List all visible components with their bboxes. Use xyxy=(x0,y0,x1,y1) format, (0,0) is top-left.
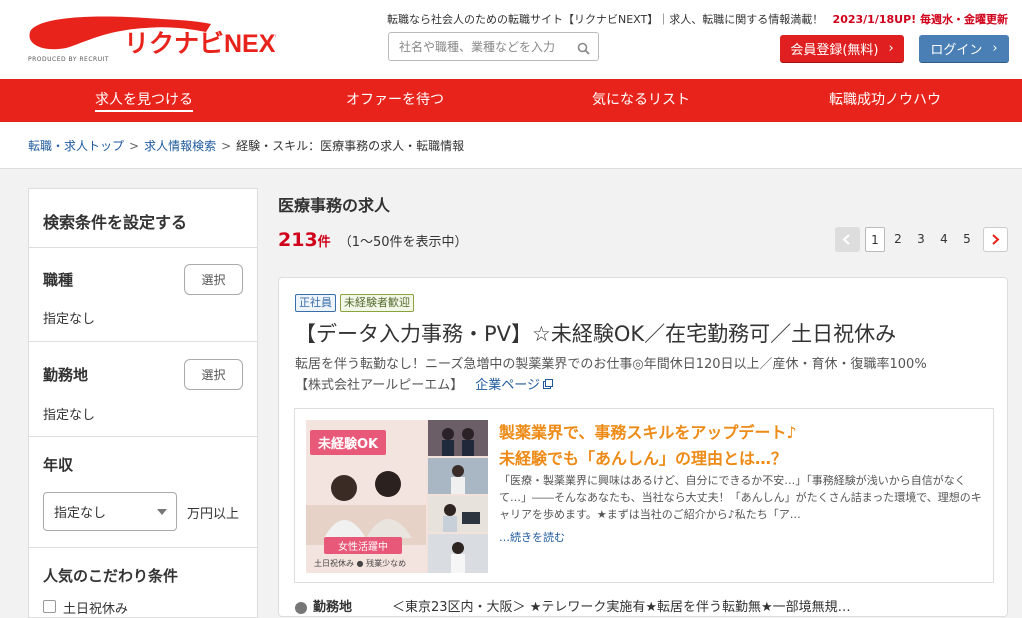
result-range: （1〜50件を表示中） xyxy=(338,235,468,250)
company-name: 【株式会社アールピーエム】 xyxy=(295,378,464,393)
job-subtitle: 転居を伴う転勤なし！ニーズ急増中の製薬業界でのお仕事◎年間休日120日以上／産休… xyxy=(295,357,927,372)
job-type-section: 職種 選択 指定なし xyxy=(29,247,257,341)
login-label: ログイン xyxy=(930,43,983,58)
search-input[interactable] xyxy=(389,33,569,60)
logo-swoosh-icon: リクナビNEXT xyxy=(29,16,276,56)
page-2[interactable]: 2 xyxy=(888,227,908,252)
employment-type-tag: 正社員 xyxy=(295,294,336,312)
job-title-link[interactable]: 【データ入力事務・PV】☆未経験OK／在宅勤務可／土日祝休み xyxy=(295,318,896,348)
staff-photo-2 xyxy=(428,458,488,494)
svg-text:リクナビNEXT: リクナビNEXT xyxy=(124,30,276,56)
register-button[interactable]: 会員登録(無料) › xyxy=(780,35,904,62)
search-box xyxy=(388,32,599,61)
staff-photo-3 xyxy=(428,496,488,532)
nav-find-jobs[interactable]: 求人を見つける xyxy=(95,79,193,122)
read-more-link[interactable]: …続きを読む xyxy=(499,529,565,545)
breadcrumb-top[interactable]: 転職・求人トップ xyxy=(28,139,124,153)
site-header: リクナビNEXT PRODUCED BY RECRUIT 転職なら社会人のための… xyxy=(0,0,1022,79)
salary-section: 年収 指定なし 万円以上 xyxy=(29,436,257,546)
site-logo[interactable]: リクナビNEXT PRODUCED BY RECRUIT xyxy=(26,12,276,68)
location-value: 指定なし xyxy=(43,408,96,423)
feature-description: 「医療・製薬業界に興味はあるけど、自分にできるか不安…」「事務経験が浅いから自信… xyxy=(499,474,982,521)
job-type-value: 指定なし xyxy=(43,312,96,327)
logo-producer-text: PRODUCED BY RECRUIT xyxy=(28,56,110,63)
update-notice: 2023/1/18UP! 毎週水・金曜更新 xyxy=(832,13,1008,26)
weekend-off-checkbox[interactable] xyxy=(43,600,56,613)
job-feature-image: 未経験OK 女性活躍中 土日祝休み ● 残業少なめ xyxy=(306,420,488,573)
result-count-number: 213 xyxy=(278,229,318,251)
company-line: 【株式会社アールピーエム】 企業ページ xyxy=(295,374,553,393)
salary-dropdown[interactable]: 指定なし xyxy=(43,492,177,531)
page-3[interactable]: 3 xyxy=(911,227,931,252)
search-icon[interactable] xyxy=(577,40,590,59)
pagination-prev-button[interactable] xyxy=(835,227,860,252)
breadcrumb-separator: > xyxy=(221,139,232,153)
staff-photo-4 xyxy=(428,534,488,573)
nav-career-knowhow[interactable]: 転職成功ノウハウ xyxy=(829,79,941,122)
popular-conditions-label: 人気のこだわり条件 xyxy=(43,567,179,585)
register-label: 会員登録(無料) xyxy=(790,43,879,58)
breadcrumb-bar: 転職・求人トップ > 求人情報検索 > 経験・スキル：医療事務の求人・転職情報 xyxy=(0,122,1022,169)
login-button[interactable]: ログイン › xyxy=(919,35,1009,62)
page-1[interactable]: 1 xyxy=(865,227,885,252)
company-page-link[interactable]: 企業ページ xyxy=(475,378,540,393)
feature-headline-2: 未経験でも「あんしん」の理由とは…？ xyxy=(499,449,788,468)
breadcrumb: 転職・求人トップ > 求人情報検索 > 経験・スキル：医療事務の求人・転職情報 xyxy=(28,137,464,154)
salary-label: 年収 xyxy=(43,456,74,474)
job-location-row: 勤務地 ＜東京23区内・大阪＞ ★テレワーク実施有★転居を伴う転勤無★一部境無規… xyxy=(295,596,851,615)
chevron-right-icon: › xyxy=(992,41,998,56)
staff-photo-1 xyxy=(428,420,488,456)
breadcrumb-search[interactable]: 求人情報検索 xyxy=(144,139,216,153)
nav-watchlist[interactable]: 気になるリスト xyxy=(592,79,690,122)
pagination-next-button[interactable] xyxy=(983,227,1008,252)
page-5[interactable]: 5 xyxy=(957,227,977,252)
beginner-ok-badge: 未経験OK xyxy=(310,430,387,455)
location-select-button[interactable]: 選択 xyxy=(184,359,243,390)
result-count: 213件 （1〜50件を表示中） xyxy=(278,229,468,251)
salary-unit: 万円以上 xyxy=(187,507,240,522)
global-nav: 求人を見つける オファーを待つ 気になるリスト 転職成功ノウハウ xyxy=(0,79,1022,122)
nav-wait-offers[interactable]: オファーを待つ xyxy=(346,79,444,122)
salary-selected: 指定なし xyxy=(54,506,107,521)
chevron-left-icon xyxy=(842,234,850,245)
panel-title: 検索条件を設定する xyxy=(43,213,188,232)
breadcrumb-separator: > xyxy=(129,139,140,153)
popular-conditions-section: 人気のこだわり条件 土日祝休み xyxy=(29,547,257,617)
breadcrumb-current: 経験・スキル：医療事務の求人・転職情報 xyxy=(236,139,465,153)
job-feature-box[interactable]: 未経験OK 女性活躍中 土日祝休み ● 残業少なめ 製薬業界で、事務スキルをアッ… xyxy=(294,408,994,583)
chevron-right-icon: › xyxy=(888,41,894,56)
site-tagline: 転職なら社会人のための転職サイト【リクナビNEXT】｜求人、転職に関する情報満載… xyxy=(387,13,824,26)
external-link-icon xyxy=(542,378,553,393)
result-count-unit: 件 xyxy=(317,235,331,250)
photo-footer-text: 土日祝休み ● 残業少なめ xyxy=(314,559,407,568)
women-active-ribbon: 女性活躍中 xyxy=(324,537,402,554)
search-conditions-panel: 検索条件を設定する 職種 選択 指定なし 勤務地 選択 指定なし 年収 指定なし… xyxy=(28,188,258,618)
page-title: 医療事務の求人 xyxy=(278,196,391,215)
feature-headline-1: 製薬業界で、事務スキルをアップデート♪ xyxy=(499,423,797,442)
job-type-label: 職種 xyxy=(43,271,74,289)
chevron-right-icon xyxy=(992,234,1000,245)
beginner-welcome-tag: 未経験者歓迎 xyxy=(340,294,414,312)
job-type-select-button[interactable]: 選択 xyxy=(184,264,243,295)
location-label: 勤務地 xyxy=(43,366,89,384)
location-section: 勤務地 選択 指定なし xyxy=(29,341,257,436)
page-4[interactable]: 4 xyxy=(934,227,954,252)
job-card[interactable]: 正社員 未経験者歓迎 【データ入力事務・PV】☆未経験OK／在宅勤務可／土日祝休… xyxy=(278,277,1008,617)
chevron-down-icon xyxy=(157,509,167,515)
